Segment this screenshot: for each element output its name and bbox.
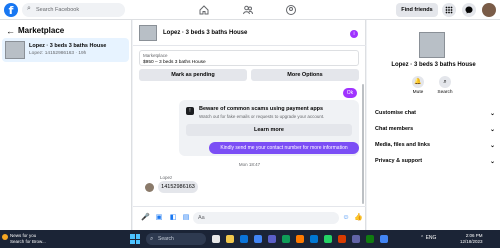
row-label: Chat members — [375, 126, 414, 132]
profile-avatar[interactable] — [482, 3, 496, 17]
find-friends-button[interactable]: Find friends — [396, 3, 438, 17]
search-icon: ⌕ — [27, 5, 31, 12]
mute-action[interactable]: 🔔 Mute — [408, 76, 428, 95]
thumbs-up-icon[interactable]: 👍 — [354, 214, 363, 222]
conversation-preview: Lopez: 14152986163 · 19h — [29, 51, 87, 56]
friends-icon[interactable] — [242, 4, 254, 16]
windows-start-icon[interactable] — [130, 234, 140, 244]
marketplace-sidebar: ← Marketplace Lopez · 3 beds 3 baths Hou… — [0, 20, 132, 230]
chat-members-row[interactable]: Chat members ⌄ — [375, 126, 495, 133]
mute-label: Mute — [412, 90, 424, 95]
chevron-down-icon: ⌄ — [489, 111, 495, 117]
listing-card[interactable]: Marketplace $950 – 3 beds 3 baths House — [139, 50, 359, 66]
search-action[interactable]: ⌕ Search — [435, 76, 455, 95]
chat-info-panel: Lopez · 3 beds 3 baths House 🔔 Mute ⌕ Se… — [367, 20, 500, 230]
warning-title: Beware of common scams using payment app… — [199, 106, 324, 112]
search-icon: ⌕ — [150, 236, 154, 242]
shield-icon: ! — [186, 107, 194, 115]
microphone-icon[interactable]: 🎤 — [141, 214, 150, 222]
conversation-list-item[interactable]: Lopez · 3 beds 3 baths House Lopez: 1415… — [2, 38, 129, 62]
taskbar-clock[interactable]: 2:06 PM 12/18/2023 — [460, 233, 483, 244]
media-files-links-row[interactable]: Media, files and links ⌄ — [375, 142, 495, 149]
chevron-down-icon: ⌄ — [489, 159, 495, 165]
listing-thumbnail — [139, 25, 157, 41]
groups-icon[interactable] — [285, 4, 297, 16]
file-explorer-icon[interactable] — [226, 235, 234, 243]
sidebar-title: Marketplace — [18, 26, 65, 35]
message-composer: 🎤 ▣ ◧ ▤ Aa ☺ 👍 — [133, 206, 366, 230]
app-icon[interactable] — [380, 235, 388, 243]
search-label: Search — [437, 90, 453, 95]
taskbar-search-label: Search — [158, 236, 174, 242]
facebook-logo[interactable]: f — [4, 3, 18, 17]
customise-chat-row[interactable]: Customise chat ⌄ — [375, 110, 495, 117]
sticker-icon[interactable]: ◧ — [169, 214, 177, 222]
edge-icon[interactable] — [240, 235, 248, 243]
messenger-icon[interactable] — [462, 3, 476, 17]
taskbar-search[interactable]: ⌕ Search — [146, 233, 206, 245]
message-timestamp: Mon 18:47 — [238, 162, 261, 167]
clock-date: 12/18/2023 — [460, 238, 483, 244]
received-message-bubble: 14152986163 — [158, 181, 198, 193]
row-label: Privacy & support — [375, 158, 423, 164]
photo-icon[interactable]: ▣ — [155, 214, 163, 222]
app-icon[interactable] — [324, 235, 332, 243]
app-icon[interactable] — [366, 235, 374, 243]
warning-subtitle: Watch out for fake emails or requests to… — [199, 114, 325, 119]
row-label: Media, files and links — [375, 142, 431, 148]
gif-icon[interactable]: ▤ — [182, 214, 190, 222]
chevron-down-icon: ⌄ — [489, 143, 495, 149]
back-arrow-icon[interactable]: ← — [6, 26, 15, 36]
search-placeholder: Search Facebook — [36, 7, 80, 13]
windows-taskbar: News for you Search for Brow... ⌕ Search… — [0, 230, 500, 248]
chat-header: Lopez · 3 beds 3 baths House i — [133, 20, 366, 46]
listing-source-label: Marketplace — [143, 53, 168, 58]
bell-icon: 🔔 — [412, 76, 424, 88]
emoji-icon[interactable]: ☺ — [342, 214, 350, 222]
news-widget[interactable]: News for you Search for Brow... — [2, 233, 46, 244]
app-icon[interactable] — [338, 235, 346, 243]
message-input-placeholder: Aa — [198, 215, 205, 221]
sender-avatar — [145, 183, 154, 192]
more-options-button[interactable]: More Options — [251, 69, 359, 81]
task-view-icon[interactable] — [212, 235, 220, 243]
sender-name: Lopez — [160, 175, 173, 180]
chat-panel: Lopez · 3 beds 3 baths House i Marketpla… — [133, 20, 366, 230]
chrome-icon[interactable] — [254, 235, 262, 243]
info-icon[interactable]: i — [350, 30, 358, 38]
chat-title[interactable]: Lopez · 3 beds 3 baths House — [163, 30, 247, 36]
learn-more-button[interactable]: Learn more — [186, 124, 352, 136]
listing-thumbnail — [419, 32, 445, 58]
system-tray[interactable]: ⌃ ENG — [420, 235, 436, 241]
weather-icon — [2, 234, 8, 240]
listing-thumbnail — [5, 41, 25, 59]
store-icon[interactable] — [310, 235, 318, 243]
language-indicator: ENG — [425, 235, 437, 241]
teams-icon[interactable] — [268, 235, 276, 243]
app-icon[interactable] — [296, 235, 304, 243]
message-input[interactable]: Aa — [193, 212, 339, 224]
chevron-down-icon: ⌄ — [489, 127, 495, 133]
sent-message-bubble: Ok — [343, 88, 357, 98]
chat-info-title: Lopez · 3 beds 3 baths House — [391, 62, 476, 68]
whatsapp-icon[interactable] — [282, 235, 290, 243]
mark-as-pending-button[interactable]: Mark as pending — [139, 69, 247, 81]
conversation-title: Lopez · 3 beds 3 baths House — [29, 43, 107, 49]
app-icon[interactable] — [352, 235, 360, 243]
news-subtitle: Search for Brow... — [10, 238, 46, 244]
row-label: Customise chat — [375, 110, 416, 116]
search-facebook-input[interactable]: ⌕ Search Facebook — [22, 3, 125, 17]
top-bar: f ⌕ Search Facebook Find friends — [0, 0, 500, 20]
search-icon: ⌕ — [439, 76, 451, 88]
menu-grid-icon[interactable] — [442, 3, 456, 17]
listing-price: $950 – 3 beds 3 baths House — [143, 60, 206, 65]
chat-scrollbar[interactable] — [362, 84, 364, 204]
privacy-support-row[interactable]: Privacy & support ⌄ — [375, 158, 495, 165]
sent-message-bubble: Kindly send me your contact number for m… — [209, 142, 359, 154]
home-icon[interactable] — [198, 4, 210, 16]
